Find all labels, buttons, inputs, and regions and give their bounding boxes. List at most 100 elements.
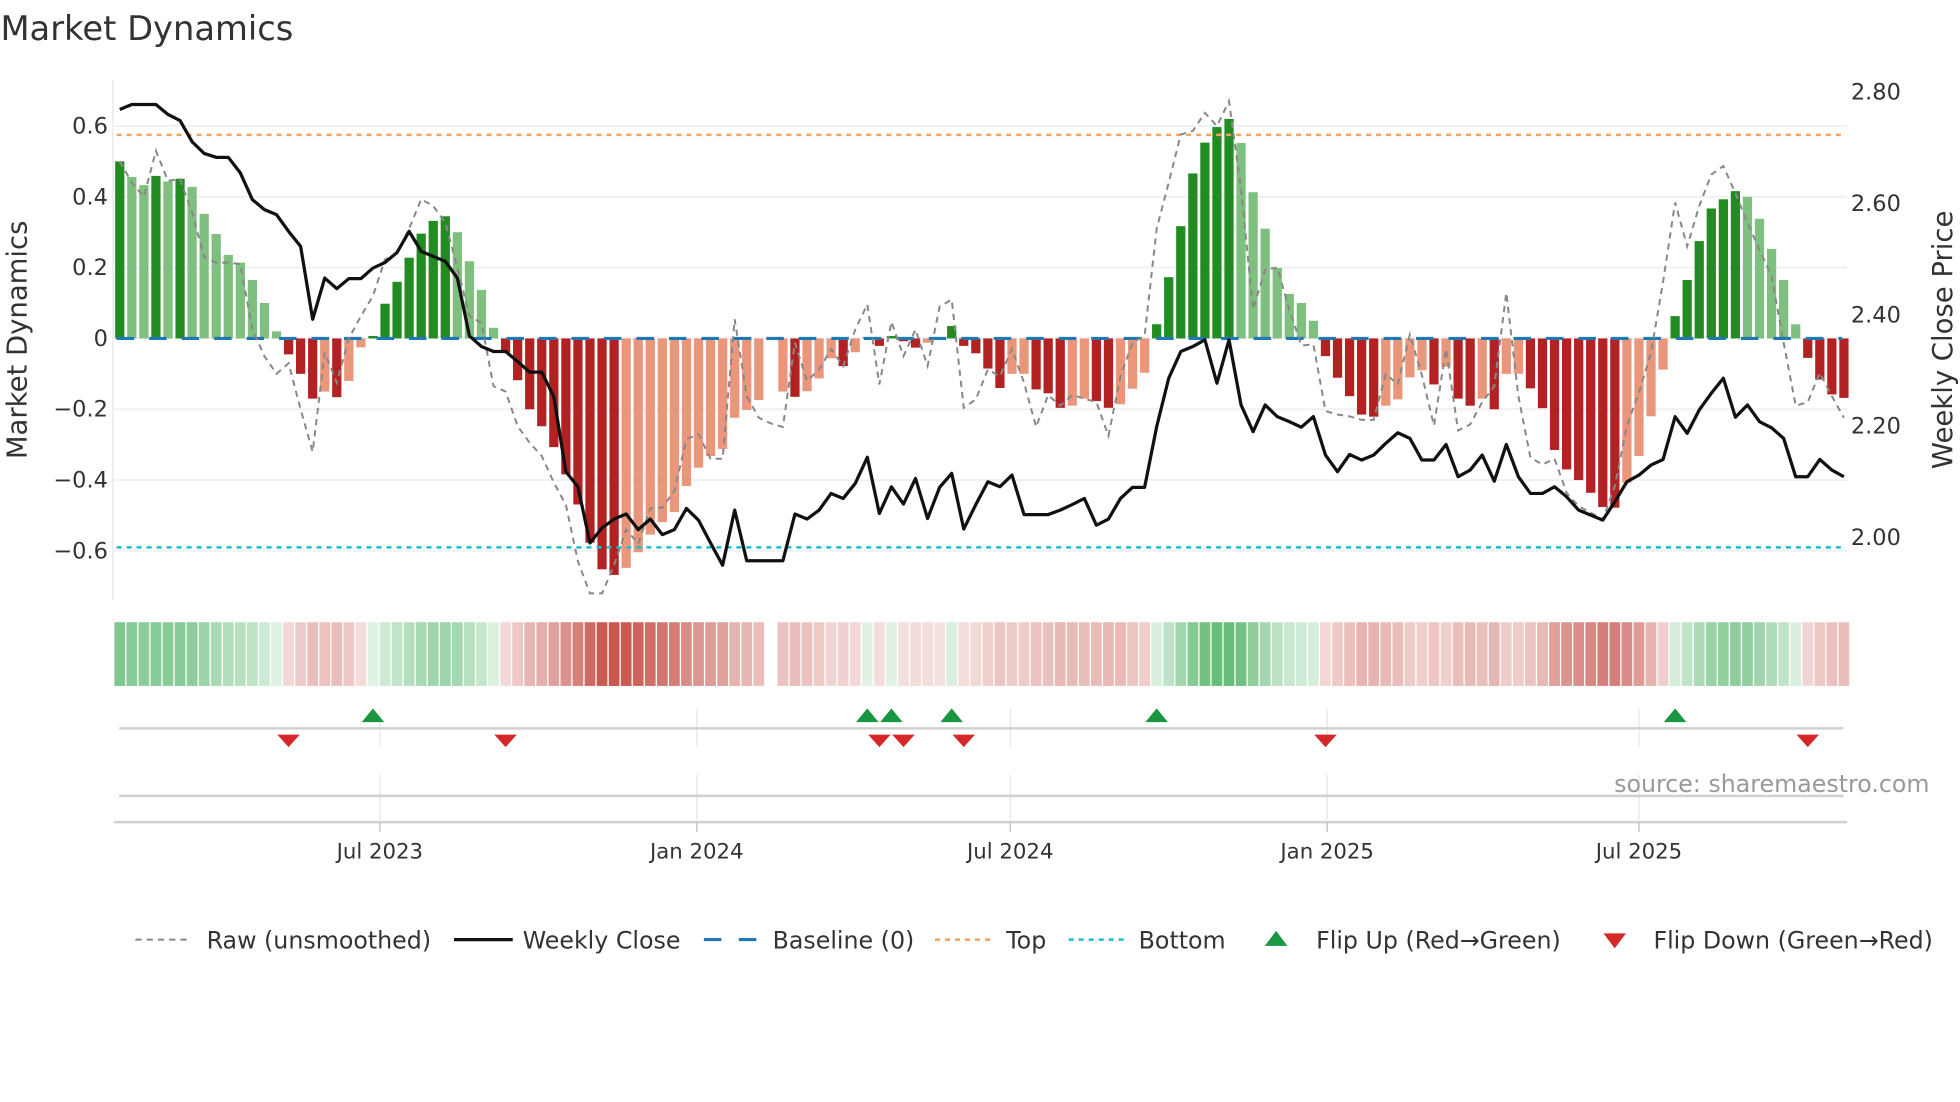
heatmap-cell [1404, 622, 1416, 686]
dynamics-bar [1308, 320, 1319, 339]
flip-up-marker-icon [880, 708, 903, 723]
dynamics-bar [657, 338, 667, 523]
dynamics-bar [717, 338, 728, 449]
dynamics-bar [1055, 338, 1065, 408]
heatmap-cell [681, 622, 692, 686]
dynamics-bar [211, 233, 221, 339]
heatmap-cell [198, 622, 210, 686]
y-tick-label: −0.4 [53, 468, 108, 494]
heatmap-cell [1163, 622, 1175, 686]
dynamics-bar [1272, 267, 1282, 339]
heatmap-cell [500, 622, 511, 686]
x-tick-label: Jan 2024 [648, 839, 744, 864]
heatmap-cell [644, 622, 656, 686]
legend-flip-down-label: Flip Down (Green→Red) [1653, 926, 1932, 954]
dynamics-bar [1549, 338, 1560, 450]
heatmap-cell [729, 622, 741, 686]
heatmap-cell [994, 622, 1006, 686]
left-axis-ticks: 0.6 0.4 0.2 0 −0.2 −0.4 −0.6 [53, 113, 108, 564]
heatmap-cell [1778, 622, 1790, 686]
dynamics-bar [597, 338, 607, 570]
source-label: source: sharemaestro.com [1614, 770, 1929, 798]
heatmap-cell [1211, 622, 1223, 686]
y2-tick-label: 2.80 [1851, 80, 1901, 106]
heatmap-cell [970, 622, 982, 686]
heatmap-cell [1247, 622, 1259, 686]
right-axis-label: Weekly Close Price [1927, 211, 1959, 469]
heatmap-cell [234, 622, 246, 686]
heatmap-cell [307, 622, 319, 686]
chart-title: Market Dynamics [0, 9, 293, 48]
heatmap-cell [1066, 622, 1078, 686]
dynamics-bar [1610, 338, 1620, 508]
heatmap-cell [705, 622, 716, 686]
dynamics-bar [705, 338, 716, 456]
dynamics-bar [1188, 173, 1198, 339]
dynamics-bar [259, 303, 270, 339]
heatmap-cell [1464, 622, 1476, 686]
dynamics-bar [115, 161, 125, 339]
heatmap-cell [572, 622, 584, 686]
dynamics-bar [838, 338, 848, 367]
dynamics-bar [1634, 338, 1644, 456]
heatmap-cell [1428, 622, 1440, 686]
dynamics-bar [1791, 324, 1801, 339]
heatmap-cell [813, 622, 825, 686]
heatmap-cell [1308, 622, 1319, 686]
heatmap-cell [1549, 622, 1560, 686]
heatmap-cell [946, 622, 958, 686]
flip-down-marker-icon [892, 734, 915, 748]
legend: Raw (unsmoothed) Weekly Close Baseline (… [135, 926, 1933, 954]
dynamics-bar [609, 338, 619, 575]
dynamics-bar [971, 338, 981, 354]
heatmap-cell [801, 622, 813, 686]
dynamics-bar [1718, 199, 1728, 339]
flip-down-marker-icon [1796, 734, 1819, 748]
flip-up-marker-icon [856, 708, 879, 723]
dynamics-bar [295, 338, 306, 374]
heatmap-cell [1681, 622, 1693, 686]
legend-close-label: Weekly Close [523, 926, 681, 954]
dynamics-bar [1622, 338, 1632, 483]
heatmap-cell [488, 622, 499, 686]
heatmap-cell [1561, 622, 1572, 686]
heatmap-cell [1078, 622, 1090, 686]
dynamics-bar [1465, 338, 1475, 406]
heatmap-cell [512, 622, 524, 686]
heatmap-cell [958, 622, 970, 686]
dynamics-bar [573, 338, 583, 505]
dynamics-bar [802, 338, 812, 392]
heatmap-cell [548, 622, 560, 686]
dynamics-bar [283, 338, 294, 355]
heatmap-cell [174, 622, 186, 686]
dynamics-bar [1658, 338, 1668, 370]
dynamics-bar [404, 257, 414, 339]
dynamics-bar [308, 338, 318, 399]
dynamics-bar [1803, 338, 1813, 358]
flip-up-marker-icon [1663, 708, 1687, 723]
market-dynamics-chart: Market Dynamics 0.6 0.4 0.2 0 −0.2 −0.4 −0.6 2… [0, 9, 1959, 954]
dynamics-bar [1706, 208, 1716, 339]
dynamics-bar [1212, 127, 1222, 339]
heatmap-cell [1621, 622, 1633, 686]
dynamics-bar [1019, 338, 1029, 374]
heatmap-cell [1669, 622, 1681, 686]
dynamics-bar [669, 338, 680, 512]
heatmap-cell [1344, 622, 1355, 686]
dynamics-bar [1730, 191, 1741, 339]
heatmap-cell [1754, 622, 1765, 686]
dynamics-bar [621, 338, 631, 568]
dynamics-bar [1381, 338, 1391, 406]
heatmap-cell [1380, 622, 1392, 686]
heatmap-cell [476, 622, 487, 686]
dynamics-bar [380, 303, 390, 339]
flip-down-marker-icon [952, 734, 976, 748]
heatmap-cell [1115, 622, 1126, 686]
heatmap-cell [439, 622, 451, 686]
heatmap-cell [1223, 622, 1235, 686]
dynamics-bar [320, 338, 330, 392]
heatmap-cell [910, 622, 921, 686]
y-tick-label: 0.6 [72, 113, 108, 139]
flip-down-marker-icon [868, 734, 891, 748]
x-tick-label: Jan 2025 [1278, 839, 1374, 864]
